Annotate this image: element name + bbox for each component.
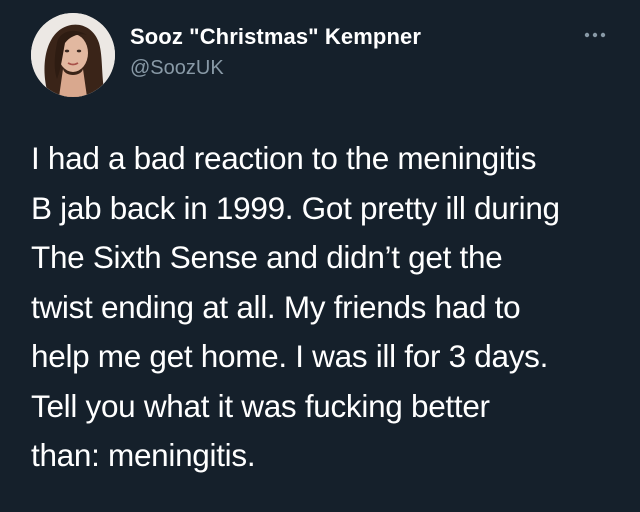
profile-photo-icon <box>31 13 115 97</box>
tweet-text-line: twist ending at all. My friends had to <box>31 288 521 325</box>
tweet-text-line: I had a bad reaction to the meningitis <box>31 140 537 176</box>
user-handle[interactable]: @SoozUK <box>130 57 224 80</box>
tweet-text-line: than: meningitis. <box>31 437 256 473</box>
avatar[interactable] <box>31 13 115 97</box>
tweet-card: Sooz "Christmas" Kempner @SoozUK I had a… <box>0 0 640 512</box>
display-name[interactable]: Sooz "Christmas" Kempner <box>130 24 421 50</box>
tweet-text-line: The Sixth Sense and didn’t get the <box>31 239 503 275</box>
tweet-text-line: Tell you what it was fucking better <box>31 387 490 424</box>
tweet-text-line: help me get home. I was ill for 3 days. <box>31 338 549 374</box>
tweet-text: I had a bad reaction to the meningitis B… <box>31 134 621 481</box>
tweet-text-line: B jab back in 1999. Got pretty ill durin… <box>31 189 560 226</box>
ellipsis-icon[interactable] <box>582 28 608 42</box>
